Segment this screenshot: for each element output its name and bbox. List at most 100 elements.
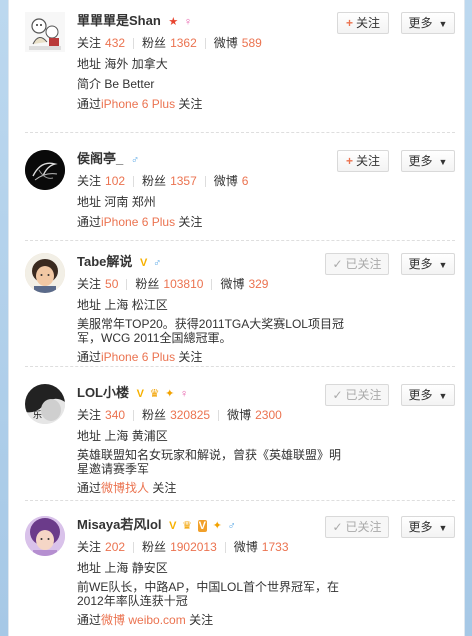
via-source-link[interactable]: 微博找人 [101,481,149,495]
weibo-count[interactable]: 589 [242,36,262,50]
description: 英雄联盟知名女玩家和解说，曾获《英雄联盟》明星邀请赛季军 [77,448,342,476]
description: 美服常年TOP20。获得2011TGA大奖赛LOL项目冠军，WCG 2011全国… [77,317,344,345]
user-info: Tabe解说 V ♂ 关注 50 粉丝 103810 微博 329 地址 上海 松江区 美… [77,253,344,365]
avatar[interactable] [25,516,65,556]
user-name[interactable]: Tabe解说 [77,254,132,269]
more-button[interactable]: 更多 ▼ [401,384,455,406]
verified-icon[interactable]: V [140,257,147,269]
verified-icon[interactable]: V [169,520,176,532]
address-line: 地址 河南 郑州 [77,195,156,209]
weibo-count[interactable]: 6 [242,174,249,188]
fans-count[interactable]: 1362 [170,36,197,50]
weibo-count[interactable]: 2300 [255,408,282,422]
check-icon: ✓ [332,388,343,402]
list-item: 乐 LOL小楼 V ♛ ✦ ♀ 关注 340 粉丝 320825 微博 2300 地址 上… [25,384,455,501]
vip-crown-icon[interactable]: ♛ [150,388,160,400]
weibo-count[interactable]: 329 [248,277,268,291]
intro-value: Be Better [104,77,155,91]
chevron-down-icon: ▼ [438,523,448,533]
address-value: 上海 静安区 [104,561,168,575]
address-value: 上海 黄浦区 [104,429,168,443]
user-stats: 关注 340 粉丝 320825 微博 2300 [77,408,282,422]
svg-text:乐: 乐 [33,409,42,420]
list-item: 單單單是Shan ★ ♀ 关注 432 粉丝 1362 微博 589 地址 海外 加拿大 … [25,12,455,133]
followed-button[interactable]: ✓ 已关注 [325,516,389,538]
avatar[interactable] [25,253,65,293]
right-background [464,0,472,636]
follow-button[interactable]: + 关注 [337,12,389,34]
via-source-link[interactable]: 微博 weibo.com [101,613,186,627]
check-icon: ✓ [332,257,343,271]
chevron-down-icon: ▼ [438,260,448,270]
address-line: 地址 上海 松江区 [77,298,168,312]
user-stats: 关注 202 粉丝 1902013 微博 1733 [77,540,289,554]
description: 前WE队长，中路AP，中国LOL首个世界冠军，在2012年率队连获十冠 [77,580,340,608]
user-stats: 关注 102 粉丝 1357 微博 6 [77,174,249,188]
follows-count[interactable]: 432 [105,36,125,50]
avatar[interactable] [25,12,65,52]
via-line: 通过iPhone 6 Plus 关注 [77,97,203,111]
via-line: 通过微博 weibo.com 关注 [77,613,214,627]
star-icon[interactable]: ★ [168,16,178,28]
via-line: 通过iPhone 6 Plus 关注 [77,215,203,229]
address-line: 地址 上海 黄浦区 [77,429,168,443]
address-value: 海外 加拿大 [104,57,168,71]
more-button[interactable]: 更多 ▼ [401,516,455,538]
user-info: 單單單是Shan ★ ♀ 关注 432 粉丝 1362 微博 589 地址 海外 加拿大 … [77,12,337,112]
via-source-link[interactable]: iPhone 6 Plus [101,350,175,364]
verified-icon[interactable]: V [137,388,144,400]
via-source-link[interactable]: iPhone 6 Plus [101,97,175,111]
chevron-down-icon: ▼ [438,157,448,167]
list-item: Misaya若风lol V ♛ V ✦ ♂ 关注 202 粉丝 1902013 微博 17… [25,516,455,636]
weibo-label: 微博 [213,36,238,50]
follow-button[interactable]: + 关注 [337,150,389,172]
address-value: 河南 郑州 [104,195,156,209]
follows-count[interactable]: 202 [105,540,125,554]
male-icon: ♂ [152,257,162,270]
follows-count[interactable]: 50 [105,277,118,291]
user-name[interactable]: Misaya若风lol [77,517,162,532]
user-info: 侯阁亭_ ♂ 关注 102 粉丝 1357 微博 6 地址 河南 郑州 通过iPhone … [77,150,337,230]
vip-crown-icon[interactable]: ♛ [182,520,192,532]
followed-button[interactable]: ✓ 已关注 [325,384,389,406]
more-button[interactable]: 更多 ▼ [401,253,455,275]
user-stats: 关注 432 粉丝 1362 微博 589 [77,34,337,52]
male-icon: ♂ [227,520,236,533]
more-button[interactable]: 更多 ▼ [401,150,455,172]
avatar[interactable]: 乐 [25,384,65,424]
follow-list-panel: 單單單是Shan ★ ♀ 关注 432 粉丝 1362 微博 589 地址 海外 加拿大 … [8,0,465,636]
fans-count[interactable]: 1902013 [170,540,217,554]
chevron-down-icon: ▼ [438,391,448,401]
fans-count[interactable]: 1357 [170,174,197,188]
chevron-down-icon: ▼ [438,19,448,29]
user-name[interactable]: 單單單是Shan [77,13,161,28]
female-icon: ♀ [179,388,189,401]
more-button[interactable]: 更多 ▼ [401,12,455,34]
fans-count[interactable]: 320825 [170,408,210,422]
avatar[interactable] [25,150,65,190]
female-icon: ♀ [183,16,193,29]
fans-count[interactable]: 103810 [163,277,203,291]
address-line: 地址 上海 静安区 [77,561,168,575]
address-value: 上海 松江区 [104,298,168,312]
address-line: 地址 海外 加拿大 [77,57,168,71]
user-info: Misaya若风lol V ♛ V ✦ ♂ 关注 202 粉丝 1902013 微博 17… [77,516,339,628]
intro-line: 简介 Be Better [77,77,155,91]
weibo-count[interactable]: 1733 [262,540,289,554]
follows-count[interactable]: 340 [105,408,125,422]
via-line: 通过微博找人 关注 [77,481,177,495]
left-background [0,0,8,636]
follows-count[interactable]: 102 [105,174,125,188]
user-name[interactable]: LOL小楼 [77,385,129,400]
user-info: LOL小楼 V ♛ ✦ ♀ 关注 340 粉丝 320825 微博 2300 地址 上海 … [77,384,341,496]
member-icon[interactable]: V [197,520,207,533]
via-source-link[interactable]: iPhone 6 Plus [101,215,175,229]
followed-button[interactable]: ✓ 已关注 [325,253,389,275]
user-name[interactable]: 侯阁亭_ [77,151,123,166]
plus-icon: + [345,154,353,168]
list-item: 侯阁亭_ ♂ 关注 102 粉丝 1357 微博 6 地址 河南 郑州 通过iPhone … [25,150,455,241]
daren-icon[interactable]: ✦ [165,388,174,400]
daren-icon[interactable]: ✦ [213,520,222,532]
check-icon: ✓ [332,520,343,534]
user-stats: 关注 50 粉丝 103810 微博 329 [77,277,269,291]
